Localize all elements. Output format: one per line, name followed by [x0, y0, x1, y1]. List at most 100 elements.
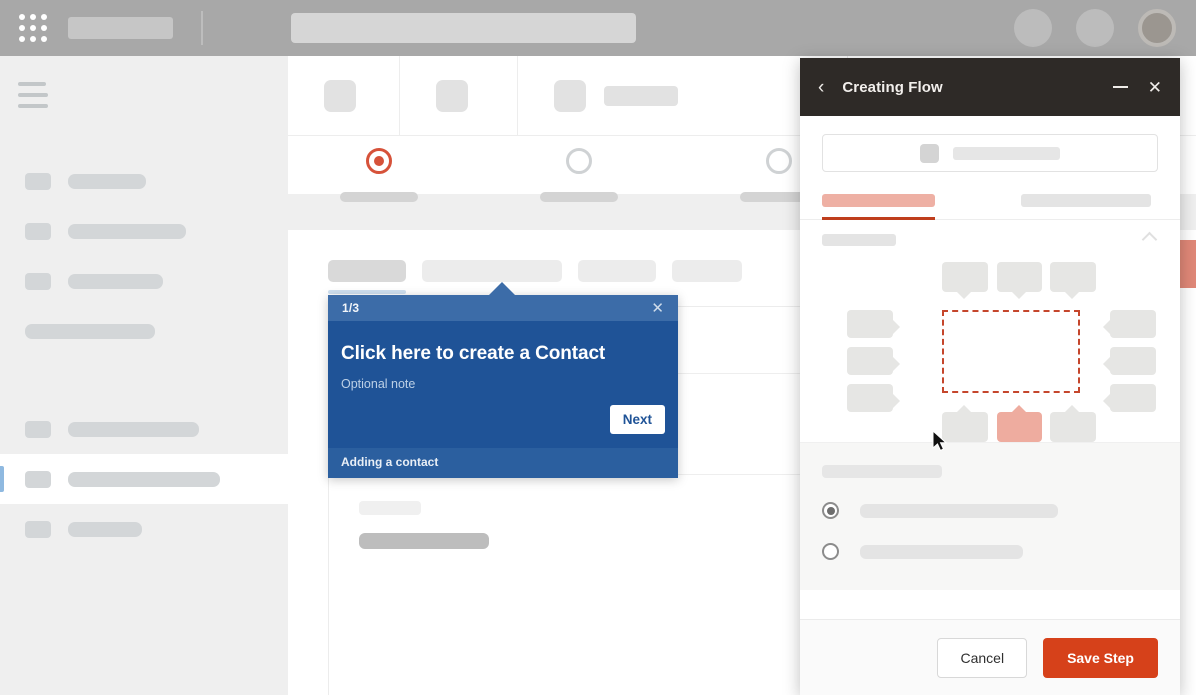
stepper-step-2[interactable]	[540, 148, 618, 202]
sidebar-item-label	[68, 173, 146, 189]
tab-1-active[interactable]	[328, 260, 406, 294]
sidebar-item-label	[68, 421, 199, 437]
sidebar-item-5[interactable]	[0, 404, 288, 454]
sidebar-item-icon	[25, 420, 51, 438]
hamburger-icon[interactable]	[18, 82, 52, 115]
position-option-right-middle[interactable]	[1103, 347, 1156, 375]
close-icon[interactable]: ✕	[1148, 79, 1162, 96]
coach-footer: Adding a contact	[328, 448, 678, 478]
top-bar	[0, 0, 1196, 56]
avatar-2[interactable]	[1076, 9, 1114, 47]
summary-card-3[interactable]	[518, 56, 848, 135]
summary-card-icon	[554, 79, 586, 112]
panel-footer: Cancel Save Step	[800, 619, 1180, 695]
panel-tab-label	[822, 194, 935, 207]
panel-search-input[interactable]	[822, 134, 1158, 172]
stepper-step-indicator	[366, 148, 392, 174]
global-search-input[interactable]	[291, 13, 636, 43]
position-option-top-right[interactable]	[1050, 262, 1096, 299]
coach-actions: Next	[341, 405, 665, 434]
sidebar-item-icon	[25, 520, 51, 538]
panel-tab-label	[1021, 194, 1151, 207]
avatar-3[interactable]	[1138, 9, 1176, 47]
radio-option-2[interactable]	[822, 543, 839, 560]
position-option-top-center[interactable]	[997, 262, 1042, 299]
coach-tooltip-arrow	[488, 282, 516, 296]
position-option-left-bottom[interactable]	[847, 384, 900, 412]
sidebar-item-label	[68, 521, 142, 537]
stepper-step-indicator	[766, 148, 792, 174]
panel-tab-2[interactable]	[1021, 194, 1151, 219]
grid-dots-icon[interactable]	[17, 12, 49, 44]
close-icon[interactable]: ✕	[651, 301, 664, 316]
summary-card-icon	[324, 79, 356, 112]
sidebar-item-icon	[25, 172, 51, 190]
summary-card-label	[604, 85, 678, 106]
target-element-outline	[942, 310, 1080, 393]
minimize-icon[interactable]	[1112, 86, 1128, 88]
sidebar	[0, 56, 288, 695]
radio-option-1-label	[860, 503, 1058, 518]
sidebar-item-7[interactable]	[0, 504, 288, 554]
position-option-right-top[interactable]	[1103, 310, 1156, 338]
position-option-left-middle[interactable]	[847, 347, 900, 375]
sidebar-item-label	[68, 471, 220, 487]
position-section	[800, 220, 1180, 452]
sidebar-item-1[interactable]	[0, 156, 288, 206]
sidebar-item-2[interactable]	[0, 206, 288, 256]
cancel-button[interactable]: Cancel	[937, 637, 1028, 678]
stepper-step-label	[540, 192, 618, 202]
coach-tooltip: 1/3 ✕ Click here to create a Contact Opt…	[328, 282, 678, 478]
radio-option-1-selected[interactable]	[822, 502, 839, 519]
options-group-label	[822, 465, 942, 478]
position-option-bottom-right[interactable]	[1050, 405, 1096, 442]
position-option-bottom-center-selected[interactable]	[997, 405, 1042, 442]
summary-card-2[interactable]	[400, 56, 518, 135]
coach-note: Optional note	[341, 377, 416, 391]
chevron-up-icon[interactable]	[1142, 228, 1158, 244]
sidebar-item-icon	[25, 272, 51, 290]
sidebar-item-icon	[25, 470, 51, 488]
tab-4[interactable]	[672, 260, 742, 282]
sidebar-item-label	[25, 323, 155, 339]
panel-title: Creating Flow	[842, 78, 943, 96]
summary-card-icon	[436, 79, 468, 112]
stepper-step-1-current[interactable]	[340, 148, 418, 202]
mouse-pointer-icon	[932, 430, 948, 452]
option-row-2[interactable]	[822, 543, 1158, 560]
stepper-step-indicator	[566, 148, 592, 174]
panel-tabs	[800, 172, 1180, 220]
tooltip-position-picker	[822, 252, 1158, 452]
tab-3[interactable]	[578, 260, 656, 282]
sidebar-item-3[interactable]	[0, 256, 288, 306]
tab-2[interactable]	[422, 260, 562, 282]
next-button[interactable]: Next	[609, 405, 665, 434]
summary-card-1[interactable]	[288, 56, 400, 135]
save-step-button[interactable]: Save Step	[1043, 637, 1158, 678]
top-bar-divider	[201, 11, 203, 45]
sidebar-nav	[0, 156, 288, 554]
position-option-bottom-left[interactable]	[942, 405, 988, 442]
brand-placeholder[interactable]	[68, 17, 173, 39]
sidebar-item-6-active[interactable]	[0, 454, 288, 504]
panel-body	[800, 116, 1180, 619]
chevron-left-icon[interactable]: ‹	[818, 78, 824, 97]
radio-option-2-label	[860, 544, 1023, 559]
option-row-1[interactable]	[822, 502, 1158, 519]
panel-window-controls: ✕	[1112, 79, 1162, 96]
position-option-right-bottom[interactable]	[1103, 384, 1156, 412]
top-bar-actions	[1014, 9, 1176, 47]
position-section-label	[822, 234, 896, 246]
app-window: 1/3 ✕ Click here to create a Contact Opt…	[0, 0, 1196, 695]
position-option-top-left[interactable]	[942, 262, 988, 299]
position-option-left-top[interactable]	[847, 310, 900, 338]
coach-title: Click here to create a Contact	[341, 343, 606, 364]
coach-step-counter: 1/3	[342, 301, 360, 315]
sidebar-item-4[interactable]	[0, 306, 288, 356]
panel-options-group	[800, 442, 1180, 590]
panel-tab-1-active[interactable]	[822, 194, 935, 220]
search-icon	[920, 143, 939, 163]
sidebar-item-label	[68, 273, 163, 289]
avatar-1[interactable]	[1014, 9, 1052, 47]
